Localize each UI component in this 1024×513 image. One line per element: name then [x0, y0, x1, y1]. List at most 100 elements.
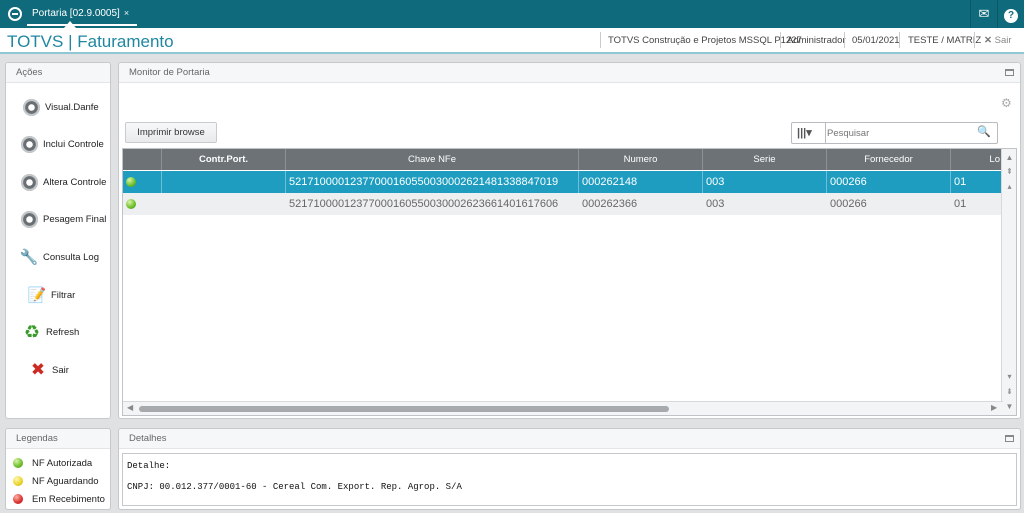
- column-header-chave-nfe[interactable]: Chave NFe: [286, 149, 579, 170]
- table-row[interactable]: 5217100001237700016055003000262366140161…: [123, 193, 1003, 215]
- status-cell: [123, 193, 162, 215]
- gear-icon: [23, 98, 40, 116]
- action-label: Sair: [52, 364, 69, 376]
- close-icon: ✕: [984, 35, 992, 46]
- scroll-right-icon[interactable]: ▶: [991, 403, 997, 412]
- action-inclui-controle[interactable]: Inclui Controle: [21, 131, 104, 157]
- column-header-contr-port[interactable]: Contr.Port.: [162, 149, 286, 170]
- serie-cell: 003: [706, 198, 725, 210]
- table-header: Contr.Port. Chave NFe Numero Serie Forne…: [123, 149, 1003, 170]
- details-panel-header: Detalhes: [119, 429, 1020, 449]
- envelope-icon[interactable]: ✉: [971, 0, 997, 28]
- columns-menu-icon[interactable]: |||▾: [792, 123, 826, 143]
- action-label: Consulta Log: [43, 251, 99, 263]
- chave-cell: 5217100001237700016055003000262148133884…: [286, 171, 579, 193]
- search-box: |||▾ 🔍: [791, 122, 998, 144]
- action-label: Visual.Danfe: [45, 101, 99, 113]
- exit-label: Sair: [994, 35, 1012, 46]
- tab-close-icon[interactable]: ×: [124, 8, 129, 18]
- legend-label: NF Autorizada: [32, 457, 93, 469]
- active-tab-caret: [64, 21, 76, 28]
- close-icon: ✖: [30, 360, 46, 379]
- divider: [780, 32, 781, 48]
- action-filtrar[interactable]: 📝 Filtrar: [27, 282, 76, 308]
- divider: [844, 32, 845, 48]
- scroll-top-icon[interactable]: ▲: [1004, 152, 1015, 163]
- vertical-scrollbar[interactable]: ▲ ⇞ ▴ ▾ ⇟ ▼: [1001, 149, 1016, 415]
- column-header-status[interactable]: [123, 149, 162, 170]
- column-header-loja[interactable]: Lo: [951, 149, 1003, 170]
- status-yellow-icon: [13, 476, 23, 486]
- action-visual-danfe[interactable]: Visual.Danfe: [23, 94, 99, 120]
- monitor-panel-header: Monitor de Portaria: [119, 63, 1020, 83]
- top-bar: Portaria [02.9.0005] × ✉ ?: [0, 0, 1024, 28]
- legend-item-recebimento: Em Recebimento: [13, 492, 105, 506]
- tools-icon: 🔧: [19, 249, 39, 266]
- horizontal-scroll-thumb[interactable]: [139, 406, 669, 412]
- print-browse-button[interactable]: Imprimir browse: [125, 122, 217, 143]
- scroll-up-icon[interactable]: ▴: [1004, 181, 1015, 192]
- column-header-serie[interactable]: Serie: [703, 149, 827, 170]
- help-icon[interactable]: ?: [998, 0, 1024, 28]
- scroll-down-icon[interactable]: ▾: [1004, 371, 1015, 382]
- action-sair[interactable]: ✖ Sair: [29, 357, 69, 383]
- chave-cell: 5217100001237700016055003000262366140161…: [289, 198, 559, 210]
- details-panel-title: Detalhes: [129, 433, 167, 444]
- fornecedor-cell: 000266: [830, 198, 867, 210]
- loja-cell: 01: [954, 198, 967, 210]
- gear-icon: [21, 173, 38, 191]
- details-text: Detalhe: CNPJ: 00.012.377/0001-60 - Cerea…: [122, 453, 1017, 506]
- contr-cell: [162, 171, 286, 193]
- divider: [899, 32, 900, 48]
- action-altera-controle[interactable]: Altera Controle: [21, 169, 106, 195]
- scroll-bottom-icon[interactable]: ▼: [1004, 401, 1015, 412]
- refresh-icon: ♻: [23, 321, 41, 342]
- action-label: Inclui Controle: [43, 138, 104, 150]
- exit-button[interactable]: ✕ Sair: [984, 28, 1012, 52]
- horizontal-scrollbar[interactable]: ◀ ▶: [123, 401, 1003, 415]
- minimize-icon[interactable]: [1005, 69, 1014, 76]
- action-label: Pesagem Final: [43, 213, 107, 225]
- status-green-icon: [126, 177, 136, 187]
- status-cell: [123, 171, 162, 193]
- legend-panel-title: Legendas: [6, 429, 110, 449]
- search-input[interactable]: [827, 124, 972, 142]
- status-green-icon: [126, 199, 136, 209]
- minimize-icon[interactable]: [1005, 435, 1014, 442]
- table-row[interactable]: 5217100001237700016055003000262148133884…: [123, 171, 1003, 193]
- fornecedor-cell: 000266: [827, 171, 951, 193]
- details-line: Detalhe:: [127, 461, 171, 471]
- tab-portaria[interactable]: Portaria [02.9.0005] ×: [27, 4, 138, 26]
- gear-icon: [21, 135, 38, 153]
- search-icon[interactable]: 🔍: [977, 125, 991, 138]
- numero-cell: 000262366: [582, 198, 638, 210]
- company-label: TOTVS Construção e Projetos MSSQL P1227: [608, 35, 802, 46]
- scroll-page-up-icon[interactable]: ⇞: [1004, 166, 1015, 177]
- page-title: TOTVS | Faturamento: [7, 32, 174, 51]
- scroll-left-icon[interactable]: ◀: [127, 403, 133, 412]
- totvs-logo-icon[interactable]: [8, 7, 22, 21]
- serie-cell: 003: [703, 171, 827, 193]
- filter-icon: 📝: [27, 287, 47, 304]
- settings-icon[interactable]: ⚙: [1001, 96, 1012, 110]
- numero-cell: 000262148: [579, 171, 703, 193]
- action-label: Filtrar: [51, 289, 76, 301]
- user-label: Administrador: [787, 35, 846, 46]
- legend-label: Em Recebimento: [32, 493, 105, 505]
- action-consulta-log[interactable]: 🔧 Consulta Log: [20, 244, 99, 270]
- tab-label: Portaria [02.9.0005]: [32, 8, 120, 19]
- action-label: Altera Controle: [43, 176, 107, 188]
- app-header: TOTVS | Faturamento TOTVS Construção e P…: [0, 28, 1024, 54]
- loja-cell: 01: [954, 176, 967, 188]
- scroll-page-down-icon[interactable]: ⇟: [1004, 386, 1015, 397]
- action-refresh[interactable]: ♻ Refresh: [23, 319, 79, 345]
- portaria-table: Contr.Port. Chave NFe Numero Serie Forne…: [122, 148, 1017, 416]
- action-pesagem-final[interactable]: Pesagem Final: [21, 206, 106, 232]
- status-green-icon: [13, 458, 23, 468]
- help-glyph: ?: [1004, 9, 1018, 23]
- column-header-fornecedor[interactable]: Fornecedor: [827, 149, 951, 170]
- contr-cell: [162, 193, 286, 215]
- column-header-numero[interactable]: Numero: [579, 149, 703, 170]
- divider: [600, 32, 601, 48]
- gear-icon: [21, 210, 38, 228]
